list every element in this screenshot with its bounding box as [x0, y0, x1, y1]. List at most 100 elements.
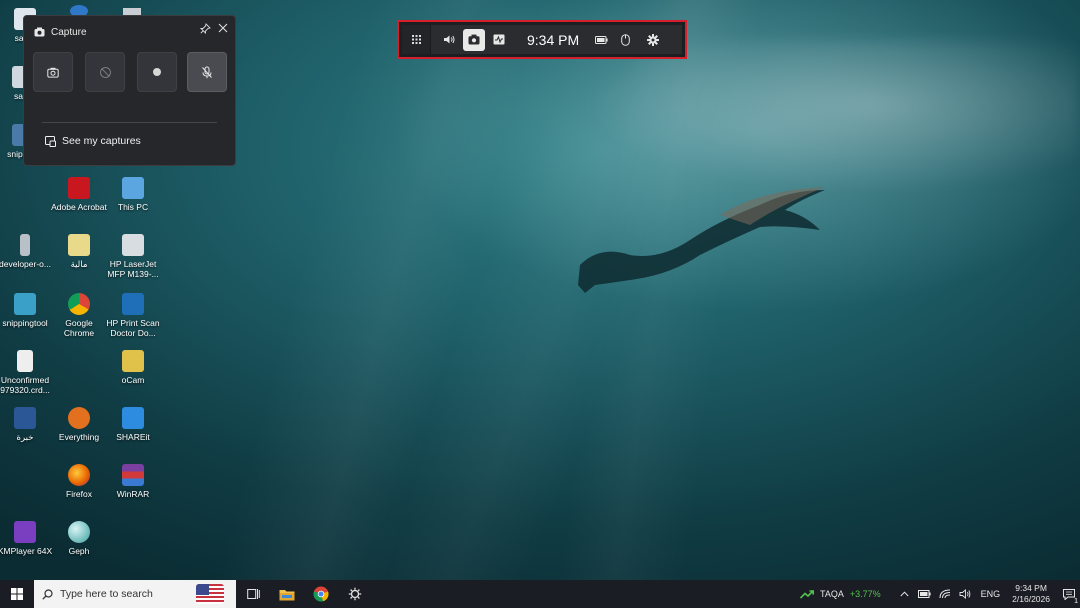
speaker-icon: [444, 35, 455, 44]
file-icon: [20, 234, 30, 256]
performance-widget-button[interactable]: [487, 25, 511, 54]
speaker-icon: [959, 589, 971, 599]
task-view-icon: [246, 589, 260, 599]
settings-button[interactable]: [641, 25, 665, 54]
desktop-icon[interactable]: Unconfirmed 979320.crd...: [0, 350, 54, 395]
language-indicator[interactable]: ENG: [981, 580, 1001, 608]
chrome-icon: [68, 293, 90, 315]
grid-icon: [411, 35, 421, 44]
winrar-icon: [122, 464, 144, 486]
mic-toggle-button[interactable]: [187, 52, 227, 92]
gear-icon: [348, 587, 362, 601]
search-placeholder: Type here to search: [60, 588, 153, 600]
desktop-icon[interactable]: snippingtool: [0, 293, 54, 328]
desktop-icon[interactable]: SHAREit: [104, 407, 162, 442]
folder-icon: [279, 589, 295, 600]
wifi-icon: [939, 589, 950, 599]
pin-icon[interactable]: [198, 23, 212, 37]
file-icon: [17, 350, 33, 372]
capture-widget-title: Capture: [51, 26, 87, 38]
record-last-30s-button[interactable]: [85, 52, 125, 92]
clock-date: 2/16/2026: [1012, 594, 1050, 604]
flag-icon: [196, 584, 224, 604]
battery-icon: [594, 35, 608, 44]
capture-widget: Capture See my captures: [23, 15, 236, 166]
wallpaper-surface-foam: [560, 40, 1080, 200]
clock-time: 9:34 PM: [1015, 583, 1047, 593]
start-button[interactable]: [0, 580, 34, 608]
network-tray[interactable]: [937, 580, 953, 608]
system-tray: TAQA +3.77% ENG 9:34 PM 2/16/2026 1: [800, 580, 1080, 608]
notification-count: 1: [1074, 598, 1078, 605]
chrome-icon: [313, 586, 329, 602]
separator: [430, 25, 431, 54]
firefox-icon: [68, 464, 90, 486]
desktop-icon[interactable]: WinRAR: [104, 464, 162, 499]
desktop-icon[interactable]: developer-o...: [0, 234, 54, 269]
divider: [42, 122, 217, 123]
hp-icon: [122, 293, 144, 315]
kmplayer-icon: [14, 521, 36, 543]
widget-menu-button[interactable]: [402, 25, 430, 54]
see-my-captures-link[interactable]: See my captures: [45, 135, 141, 147]
taskbar-chrome[interactable]: [304, 580, 338, 608]
game-bar: 9:34 PM: [397, 20, 687, 59]
stock-up-icon: [800, 589, 815, 599]
notification-center-button[interactable]: 1: [1058, 580, 1080, 608]
desktop-icon[interactable]: HP LaserJet MFP M139-...: [104, 234, 162, 279]
chevron-up-icon: [900, 591, 909, 597]
camera-icon: [34, 27, 45, 37]
taskbar-settings[interactable]: [338, 580, 372, 608]
performance-icon: [493, 34, 505, 45]
desktop-icon[interactable]: KMPlayer 64X: [0, 521, 54, 556]
desktop-icon[interactable]: خبرة: [0, 407, 54, 442]
archive-icon: [68, 234, 90, 256]
desktop-icon[interactable]: Firefox: [50, 464, 108, 499]
gallery-icon: [45, 135, 56, 147]
stock-change: +3.77%: [849, 589, 881, 599]
desktop-icon[interactable]: oCam: [104, 350, 162, 385]
stock-name: TAQA: [820, 589, 844, 599]
geph-icon: [68, 521, 90, 543]
capture-widget-button[interactable]: [463, 28, 485, 51]
search-icon: [42, 588, 53, 600]
record-icon: [153, 68, 161, 76]
everything-icon: [68, 407, 90, 429]
battery-status[interactable]: [589, 25, 613, 54]
record-last-icon: [99, 66, 111, 78]
word-icon: [14, 407, 36, 429]
mic-off-icon: [202, 66, 212, 78]
desktop-icon[interactable]: HP Print Scan Doctor Do...: [104, 293, 162, 338]
taskbar-file-explorer[interactable]: [270, 580, 304, 608]
gear-icon: [647, 33, 660, 46]
this-pc-icon: [122, 177, 144, 199]
audio-widget-button[interactable]: [437, 25, 461, 54]
shareit-icon: [122, 407, 144, 429]
desktop-icon[interactable]: Adobe Acrobat: [50, 177, 108, 212]
mouse-icon: [620, 33, 630, 46]
desktop-icon[interactable]: Google Chrome: [50, 293, 108, 338]
windows-icon: [11, 588, 23, 600]
battery-tray[interactable]: [917, 580, 933, 608]
camera-icon: [47, 67, 59, 78]
desktop-icon[interactable]: Everything: [50, 407, 108, 442]
gamebar-clock: 9:34 PM: [527, 31, 580, 48]
taskbar-clock[interactable]: 9:34 PM 2/16/2026: [1012, 583, 1050, 605]
screenshot-button[interactable]: [33, 52, 73, 92]
show-hidden-icons-button[interactable]: [897, 580, 913, 608]
stock-ticker[interactable]: TAQA +3.77%: [800, 589, 881, 599]
wallpaper-diver: [578, 187, 825, 293]
snipping-tool-icon: [14, 293, 36, 315]
mouse-widget-button[interactable]: [613, 25, 637, 54]
start-recording-button[interactable]: [137, 52, 177, 92]
taskbar-search-box[interactable]: Type here to search: [34, 580, 236, 608]
volume-tray[interactable]: [957, 580, 973, 608]
ocam-icon: [122, 350, 144, 372]
adobe-acrobat-icon: [68, 177, 90, 199]
taskbar: Type here to search TAQA +3.77% ENG 9:34…: [0, 580, 1080, 608]
desktop-icon[interactable]: Geph: [50, 521, 108, 556]
desktop-icon[interactable]: مالية: [50, 234, 108, 269]
task-view-button[interactable]: [236, 580, 270, 608]
desktop-icon[interactable]: This PC: [104, 177, 162, 212]
close-icon[interactable]: [216, 23, 230, 37]
